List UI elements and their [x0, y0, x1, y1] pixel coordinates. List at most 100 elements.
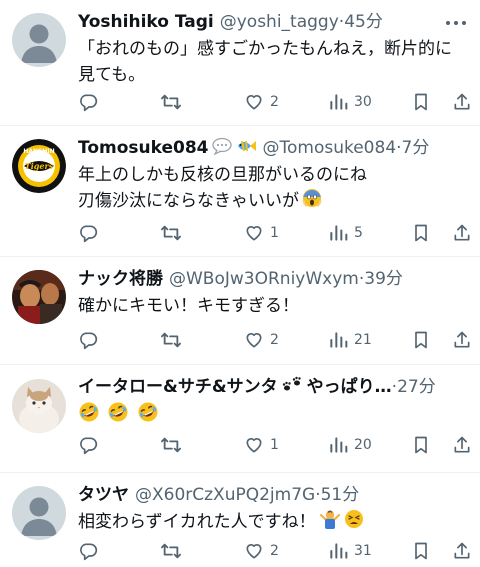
- reply-button[interactable]: [78, 432, 104, 458]
- bookmark-icon: [415, 331, 427, 349]
- paw-prints-icon: [281, 376, 303, 400]
- bookmark-button[interactable]: [412, 89, 430, 115]
- repost-button[interactable]: [160, 220, 188, 246]
- view-count: 5: [354, 225, 363, 241]
- timestamp[interactable]: 27分: [397, 377, 436, 397]
- post-text: 相変わらずイカれた人ですね！: [78, 509, 466, 537]
- views-button[interactable]: 30: [328, 89, 372, 115]
- share-button[interactable]: [452, 432, 472, 458]
- display-name[interactable]: Yoshihiko Tagi: [78, 12, 214, 32]
- action-bar: 2 31: [78, 538, 472, 564]
- views-button[interactable]: 20: [328, 432, 372, 458]
- post-2[interactable]: HANSHIN Tigers Tomosuke084 @Tomosuke084·7…: [0, 126, 480, 257]
- reply-button[interactable]: [78, 327, 104, 353]
- post-header: Yoshihiko Tagi @yoshi_taggy·45分: [78, 9, 440, 35]
- repost-button[interactable]: [160, 327, 188, 353]
- bookmark-button[interactable]: [412, 327, 430, 353]
- post-5[interactable]: タツヤ @X60rCzXuPQ2jm7G·51分 相変わらずイカれた人ですね！ 2…: [0, 473, 480, 567]
- share-button[interactable]: [452, 327, 472, 353]
- avatar[interactable]: [12, 13, 66, 67]
- views-icon: [330, 543, 348, 559]
- timestamp[interactable]: 45分: [344, 12, 383, 32]
- share-button[interactable]: [452, 538, 472, 564]
- reply-button[interactable]: [78, 538, 104, 564]
- user-handle[interactable]: @Tomosuke084: [263, 138, 397, 158]
- views-icon: [330, 225, 348, 241]
- views-button[interactable]: 21: [328, 327, 372, 353]
- heart-icon: [246, 226, 262, 241]
- avatar[interactable]: HANSHIN Tigers: [12, 139, 66, 193]
- views-button[interactable]: 31: [328, 538, 372, 564]
- views-icon: [330, 332, 348, 348]
- post-text-line: 年上のしかも反核の旦那がいるのにね: [78, 165, 367, 185]
- bookmark-icon: [415, 224, 427, 242]
- reply-icon: [80, 225, 98, 243]
- reply-icon: [80, 437, 98, 455]
- bookmark-button[interactable]: [412, 220, 430, 246]
- share-icon: [454, 542, 470, 559]
- user-handle[interactable]: @X60rCzXuPQ2jm7G: [135, 485, 315, 505]
- post-1[interactable]: Yoshihiko Tagi @yoshi_taggy·45分 「おれのもの」感す…: [0, 0, 480, 126]
- post-header: タツヤ @X60rCzXuPQ2jm7G·51分: [78, 482, 440, 508]
- display-name[interactable]: イータロー&サチ&サンタ: [78, 377, 278, 397]
- share-button[interactable]: [452, 89, 472, 115]
- avatar[interactable]: [12, 379, 66, 433]
- reply-button[interactable]: [78, 89, 104, 115]
- display-name[interactable]: Tomosuke084: [78, 138, 209, 158]
- like-button[interactable]: 2: [244, 89, 279, 115]
- reply-button[interactable]: [78, 220, 104, 246]
- repost-icon: [161, 543, 181, 559]
- user-handle[interactable]: @yoshi_taggy: [220, 12, 339, 32]
- like-count: 2: [270, 332, 279, 348]
- bookmark-button[interactable]: [412, 538, 430, 564]
- like-count: 2: [270, 94, 279, 110]
- action-bar: 2 30: [78, 89, 472, 115]
- timestamp[interactable]: 7分: [402, 138, 430, 158]
- display-name[interactable]: タツヤ: [78, 485, 129, 505]
- avatar-text: HANSHIN: [23, 148, 54, 155]
- share-icon: [454, 331, 470, 348]
- like-button[interactable]: 2: [244, 538, 279, 564]
- post-text-line: 「おれのもの」感すごかったもんねえ，断片的に: [78, 39, 452, 59]
- heart-icon: [246, 95, 262, 110]
- repost-button[interactable]: [160, 89, 188, 115]
- share-icon: [454, 93, 470, 110]
- repost-icon: [161, 94, 181, 110]
- share-icon: [454, 224, 470, 241]
- reply-icon: [80, 332, 98, 350]
- timestamp[interactable]: 39分: [364, 269, 403, 289]
- share-icon: [454, 436, 470, 453]
- display-name-suffix[interactable]: やっぱり…: [307, 377, 392, 397]
- post-header: イータロー&サチ&サンタ やっぱり…·27分: [78, 374, 440, 400]
- avatar-text: Tigers: [25, 161, 54, 171]
- like-button[interactable]: 1: [244, 432, 279, 458]
- repost-button[interactable]: [160, 432, 188, 458]
- post-3[interactable]: ナック将勝 @WBoJw3ORniyWxym·39分 確かにキモい！キモすぎる！ …: [0, 257, 480, 365]
- post-text-line: 相変わらずイカれた人ですね！: [78, 509, 466, 537]
- display-name[interactable]: ナック将勝: [78, 269, 163, 289]
- more-options-icon[interactable]: [444, 14, 468, 32]
- timestamp[interactable]: 51分: [321, 485, 360, 505]
- post-text-line: 刃傷沙汰にならなきゃいいが: [78, 188, 466, 216]
- view-count: 31: [354, 543, 372, 559]
- hanshin-tigers-logo-icon: HANSHIN Tigers: [12, 139, 66, 193]
- bookmark-button[interactable]: [412, 432, 430, 458]
- post-text-line: [78, 401, 466, 431]
- repost-button[interactable]: [160, 538, 188, 564]
- action-bar: 1 5: [78, 220, 472, 246]
- share-button[interactable]: [452, 220, 472, 246]
- like-button[interactable]: 2: [244, 327, 279, 353]
- action-bar: 2 21: [78, 327, 472, 353]
- user-handle[interactable]: @WBoJw3ORniyWxym: [169, 269, 359, 289]
- post-header: Tomosuke084 @Tomosuke084·7分: [78, 135, 440, 161]
- action-bar: 1 20: [78, 432, 472, 458]
- like-button[interactable]: 1: [244, 220, 279, 246]
- avatar[interactable]: [12, 486, 66, 540]
- post-text: [78, 401, 466, 431]
- person-shrugging-icon: [319, 509, 341, 537]
- rolling-laughing-face-icon: [137, 401, 159, 431]
- avatar[interactable]: [12, 270, 66, 324]
- post-4[interactable]: イータロー&サチ&サンタ やっぱり…·27分 1 20: [0, 365, 480, 473]
- cat-photo-avatar-icon: [12, 379, 66, 433]
- views-button[interactable]: 5: [328, 220, 363, 246]
